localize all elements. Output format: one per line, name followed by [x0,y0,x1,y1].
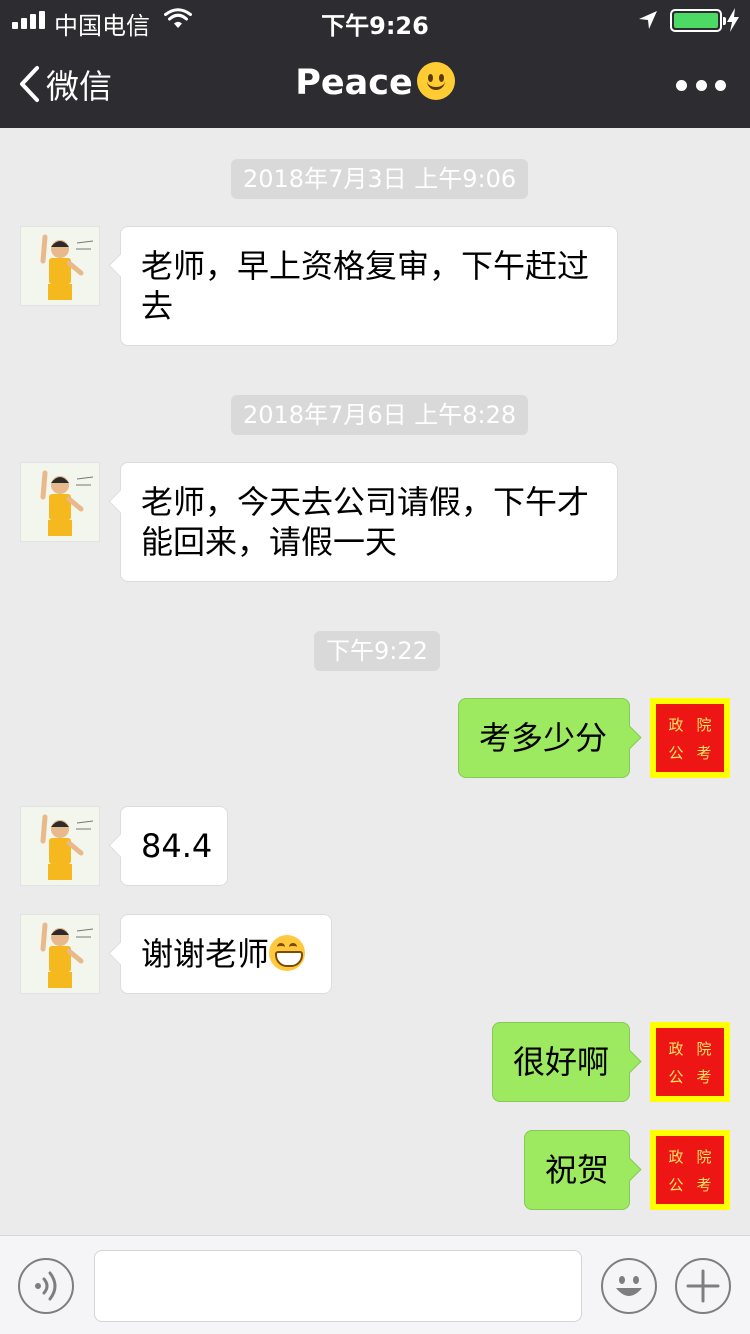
cartoon-player-avatar-icon [21,463,99,541]
smiling-face-emoji-icon [416,62,455,100]
timestamp: 2018年7月3日 上午9:06 [231,159,529,199]
navigation-bar: 微信 Peace [0,40,750,128]
contact-avatar[interactable] [20,462,100,542]
cartoon-player-avatar-icon [21,227,99,305]
more-functions-button[interactable] [675,1258,731,1314]
received-message-bubble[interactable]: 谢谢老师 [120,914,332,994]
charging-bolt-icon [727,8,739,32]
dot-icon [695,80,707,91]
message-input[interactable] [94,1250,582,1322]
timestamp: 下午9:22 [314,631,440,671]
received-message-bubble[interactable]: 老师，早上资格复审，下午赶过去 [120,226,618,346]
grinning-face-emoji-icon [269,935,306,971]
smiley-face-icon [616,1276,642,1296]
more-options-button[interactable] [676,80,726,92]
my-avatar[interactable]: 政院 公考 [650,1022,730,1102]
timestamp: 2018年7月6日 上午8:28 [231,395,529,435]
chat-message-list[interactable]: 2018年7月3日 上午9:06 老师，早上资格复审，下午赶过去 2018年7月… [0,128,750,1235]
emoji-button[interactable] [601,1258,657,1314]
battery-icon [670,9,726,32]
sent-message-bubble[interactable]: 祝贺 [524,1130,630,1210]
sent-message-bubble[interactable]: 很好啊 [492,1022,630,1102]
seal-avatar-icon: 政院 公考 [656,704,724,772]
my-avatar[interactable]: 政院 公考 [650,698,730,778]
chat-title: Peace [0,62,750,103]
received-message-bubble[interactable]: 老师，今天去公司请假，下午才能回来，请假一天 [120,462,618,582]
dot-icon [715,80,726,91]
message-text: 谢谢老师 [141,935,270,973]
location-arrow-icon [639,11,657,29]
contact-avatar[interactable] [20,806,100,886]
cartoon-player-avatar-icon [21,807,99,885]
top-bar: 中国电信 下午9:26 微信 Peace [0,0,750,128]
seal-avatar-icon: 政院 公考 [656,1028,724,1096]
seal-avatar-icon: 政院 公考 [656,1136,724,1204]
contact-avatar[interactable] [20,226,100,306]
voice-icon [35,1271,57,1301]
plus-icon [686,1269,720,1303]
received-message-bubble[interactable]: 84.4 [120,806,228,886]
input-bar [0,1235,750,1334]
status-bar: 中国电信 下午9:26 [0,0,750,40]
contact-avatar[interactable] [20,914,100,994]
dot-icon [676,80,687,91]
my-avatar[interactable]: 政院 公考 [650,1130,730,1210]
voice-input-button[interactable] [18,1258,74,1314]
sent-message-bubble[interactable]: 考多少分 [458,698,630,778]
cartoon-player-avatar-icon [21,915,99,993]
chat-title-text: Peace [295,63,413,103]
